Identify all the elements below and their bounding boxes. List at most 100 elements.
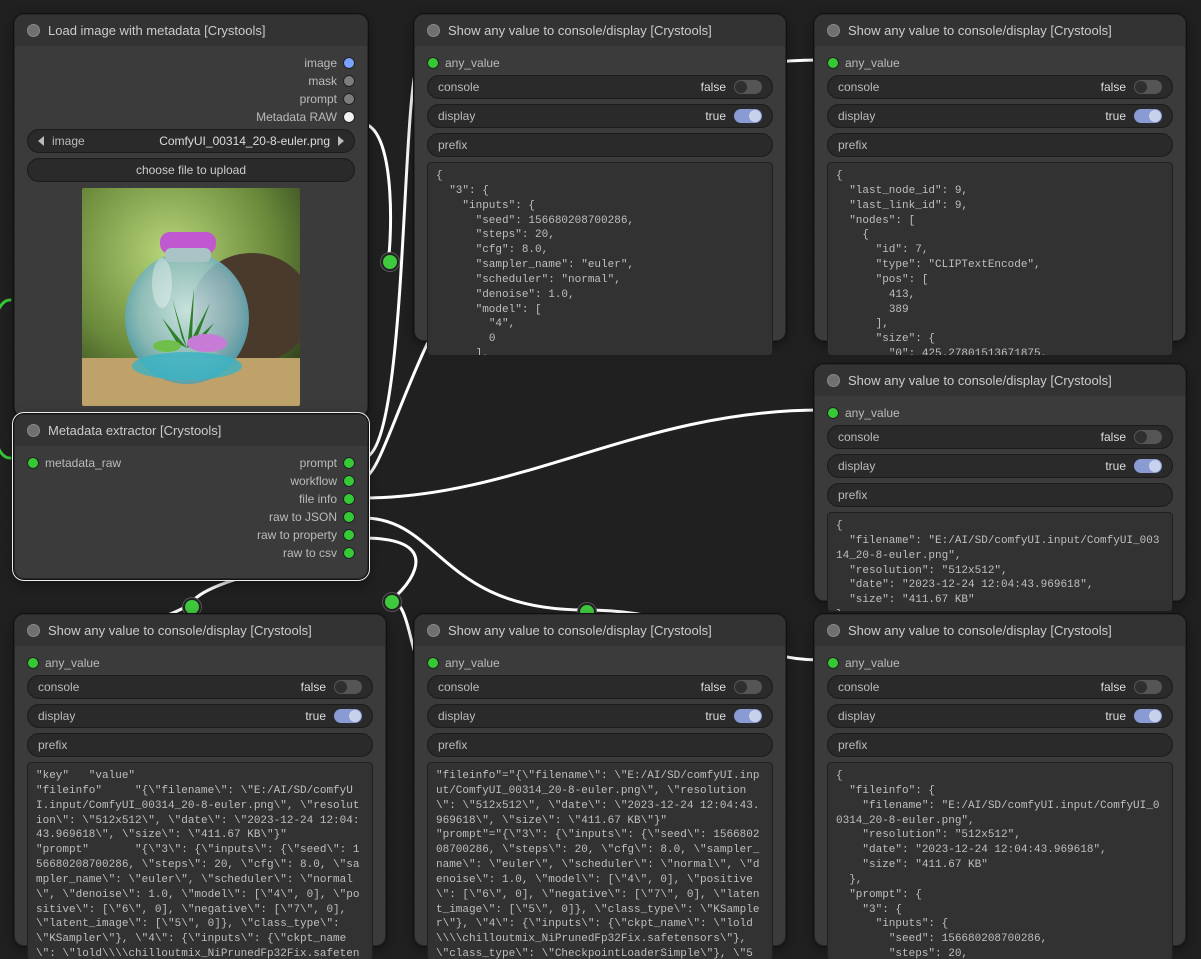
node-title: Show any value to console/display [Cryst… — [448, 23, 712, 38]
node-show-any[interactable]: Show any value to console/display [Cryst… — [414, 14, 786, 341]
input-port[interactable] — [827, 407, 839, 419]
toggle-icon[interactable] — [1134, 109, 1162, 123]
node-title: Show any value to console/display [Cryst… — [848, 373, 1112, 388]
output-text-display[interactable]: { "last_node_id": 9, "last_link_id": 9, … — [827, 162, 1173, 356]
output-text-display[interactable]: { "fileinfo": { "filename": "E:/AI/SD/co… — [827, 762, 1173, 959]
output-port[interactable] — [343, 511, 355, 523]
node-title: Show any value to console/display [Cryst… — [848, 23, 1112, 38]
output-label: raw to property — [257, 528, 337, 542]
output-label: Metadata RAW — [256, 110, 337, 124]
input-port[interactable] — [27, 657, 39, 669]
prefix-input[interactable]: prefix — [827, 733, 1173, 757]
output-label: prompt — [300, 456, 337, 470]
output-label: image — [304, 56, 337, 70]
console-toggle[interactable]: consolefalse — [827, 425, 1173, 449]
output-label: mask — [308, 74, 337, 88]
output-port[interactable] — [343, 93, 355, 105]
node-title-bar[interactable]: Show any value to console/display [Cryst… — [15, 615, 385, 646]
display-toggle[interactable]: displaytrue — [827, 454, 1173, 478]
output-text-display[interactable]: "fileinfo"="{\"filename\": \"E:/AI/SD/co… — [427, 762, 773, 959]
node-title-bar[interactable]: Show any value to console/display [Cryst… — [415, 615, 785, 646]
console-toggle[interactable]: consolefalse — [827, 75, 1173, 99]
toggle-icon[interactable] — [734, 680, 762, 694]
output-port[interactable] — [343, 493, 355, 505]
toggle-icon[interactable] — [334, 680, 362, 694]
node-title: Metadata extractor [Crystools] — [48, 423, 221, 438]
node-title-bar[interactable]: Metadata extractor [Crystools] — [15, 415, 367, 446]
collapse-dot-icon[interactable] — [827, 624, 840, 637]
node-load-image[interactable]: Load image with metadata [Crystools] ima… — [14, 14, 368, 417]
node-title-bar[interactable]: Show any value to console/display [Cryst… — [815, 365, 1185, 396]
node-show-any[interactable]: Show any value to console/display [Cryst… — [14, 614, 386, 946]
input-label: any_value — [845, 406, 900, 420]
chevron-left-icon[interactable] — [38, 136, 44, 146]
input-port[interactable] — [827, 57, 839, 69]
prefix-input[interactable]: prefix — [427, 133, 773, 157]
node-title-bar[interactable]: Load image with metadata [Crystools] — [15, 15, 367, 46]
node-show-any[interactable]: Show any value to console/display [Cryst… — [814, 14, 1186, 341]
node-graph-canvas[interactable]: Load image with metadata [Crystools] ima… — [0, 0, 1201, 959]
display-toggle[interactable]: displaytrue — [27, 704, 373, 728]
output-text-display[interactable]: "key" "value" "fileinfo" "{\"filename\":… — [27, 762, 373, 959]
toggle-icon[interactable] — [1134, 709, 1162, 723]
display-toggle[interactable]: displaytrue — [827, 104, 1173, 128]
input-port[interactable] — [427, 57, 439, 69]
toggle-icon[interactable] — [1134, 430, 1162, 444]
prefix-input[interactable]: prefix — [27, 733, 373, 757]
output-port[interactable] — [343, 75, 355, 87]
display-toggle[interactable]: displaytrue — [827, 704, 1173, 728]
prefix-input[interactable]: prefix — [427, 733, 773, 757]
node-title-bar[interactable]: Show any value to console/display [Cryst… — [815, 15, 1185, 46]
output-text-display[interactable]: { "3": { "inputs": { "seed": 15668020870… — [427, 162, 773, 356]
output-port[interactable] — [343, 111, 355, 123]
toggle-icon[interactable] — [734, 80, 762, 94]
collapse-dot-icon[interactable] — [27, 624, 40, 637]
toggle-icon[interactable] — [334, 709, 362, 723]
input-port[interactable] — [827, 657, 839, 669]
toggle-icon[interactable] — [1134, 459, 1162, 473]
console-toggle[interactable]: consolefalse — [27, 675, 373, 699]
reroute-node[interactable] — [383, 593, 401, 611]
collapse-dot-icon[interactable] — [27, 24, 40, 37]
display-toggle[interactable]: displaytrue — [427, 104, 773, 128]
node-metadata-extractor[interactable]: Metadata extractor [Crystools] metadata_… — [14, 414, 368, 579]
input-label: any_value — [845, 656, 900, 670]
console-toggle[interactable]: consolefalse — [427, 675, 773, 699]
node-title-bar[interactable]: Show any value to console/display [Cryst… — [815, 615, 1185, 646]
toggle-icon[interactable] — [734, 709, 762, 723]
output-text-display[interactable]: { "filename": "E:/AI/SD/comfyUI.input/Co… — [827, 512, 1173, 612]
node-title: Show any value to console/display [Cryst… — [448, 623, 712, 638]
node-show-any[interactable]: Show any value to console/display [Cryst… — [814, 614, 1186, 946]
prefix-input[interactable]: prefix — [827, 483, 1173, 507]
collapse-dot-icon[interactable] — [827, 374, 840, 387]
node-show-any[interactable]: Show any value to console/display [Cryst… — [814, 364, 1186, 601]
upload-button[interactable]: choose file to upload — [27, 158, 355, 182]
image-preview — [82, 188, 300, 406]
input-port[interactable] — [427, 657, 439, 669]
toggle-icon[interactable] — [734, 109, 762, 123]
image-selector[interactable]: image ComfyUI_00314_20-8-euler.png — [27, 129, 355, 153]
output-port[interactable] — [343, 57, 355, 69]
node-show-any[interactable]: Show any value to console/display [Cryst… — [414, 614, 786, 946]
input-port[interactable] — [27, 457, 39, 469]
toggle-icon[interactable] — [1134, 680, 1162, 694]
reroute-node[interactable] — [381, 253, 399, 271]
output-port[interactable] — [343, 475, 355, 487]
output-port[interactable] — [343, 547, 355, 559]
output-label: prompt — [300, 92, 337, 106]
toggle-icon[interactable] — [1134, 80, 1162, 94]
output-port[interactable] — [343, 529, 355, 541]
output-label: raw to csv — [283, 546, 337, 560]
collapse-dot-icon[interactable] — [827, 24, 840, 37]
display-toggle[interactable]: displaytrue — [427, 704, 773, 728]
collapse-dot-icon[interactable] — [427, 24, 440, 37]
output-port[interactable] — [343, 457, 355, 469]
node-title: Show any value to console/display [Cryst… — [848, 623, 1112, 638]
collapse-dot-icon[interactable] — [27, 424, 40, 437]
console-toggle[interactable]: consolefalse — [827, 675, 1173, 699]
chevron-right-icon[interactable] — [338, 136, 344, 146]
prefix-input[interactable]: prefix — [827, 133, 1173, 157]
node-title-bar[interactable]: Show any value to console/display [Cryst… — [415, 15, 785, 46]
collapse-dot-icon[interactable] — [427, 624, 440, 637]
console-toggle[interactable]: consolefalse — [427, 75, 773, 99]
